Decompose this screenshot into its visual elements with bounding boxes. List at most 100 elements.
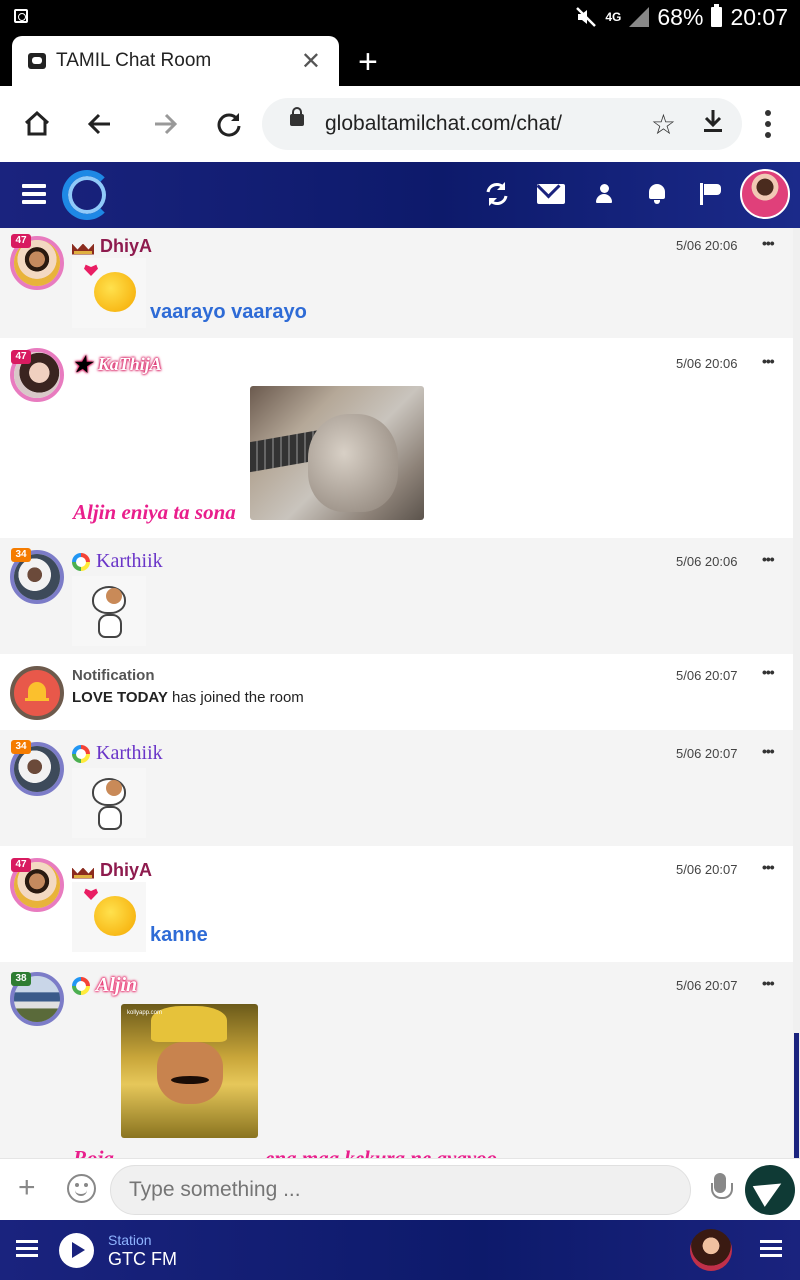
bookmark-star-icon[interactable]: ☆ (651, 108, 676, 141)
username-text: Aljin (96, 974, 138, 996)
level-badge: 47 (11, 350, 31, 364)
username[interactable]: Aljin (72, 974, 137, 997)
cat-sticker (72, 576, 146, 646)
cat-sticker (72, 768, 146, 838)
battery-icon (711, 4, 723, 27)
username-text: Karthiik (96, 550, 163, 572)
browser-tab-strip: TAMIL Chat Room ✕ + (0, 34, 800, 86)
system-notification: Notification LOVE TODAY has joined the r… (0, 654, 793, 730)
message-time: 5/06 20:06 (676, 554, 738, 569)
add-attachment-icon[interactable]: + (18, 1171, 36, 1205)
crown-icon (72, 863, 94, 879)
message-options-icon[interactable]: ••• (762, 859, 775, 875)
browser-toolbar: globaltamilchat.com/chat/ ☆ (0, 86, 800, 162)
king-meme-image[interactable]: kollyapp.com (121, 1004, 258, 1138)
browser-menu-icon[interactable] (758, 108, 778, 140)
screenshot-icon (14, 9, 28, 23)
username[interactable]: Karthiik (72, 550, 163, 573)
mute-icon (575, 6, 597, 28)
star-icon: ★ (72, 351, 92, 377)
message-input[interactable] (110, 1165, 691, 1215)
notification-actor: LOVE TODAY (72, 689, 168, 706)
chat-log[interactable]: 47 DhiyA 5/06 20:06 ••• vaarayo vaarayo … (0, 228, 793, 1158)
message-time: 5/06 20:07 (676, 668, 738, 683)
level-badge: 47 (11, 234, 31, 248)
status-bar: 4G 68% 20:07 (0, 0, 800, 34)
chat-message: 47 ★ KaThijA 5/06 20:06 ••• Aljin eniya … (0, 338, 793, 538)
report-flag-icon[interactable] (700, 178, 722, 210)
message-options-icon[interactable]: ••• (762, 975, 775, 991)
lock-icon (290, 107, 304, 126)
emoji-icon[interactable] (67, 1174, 96, 1203)
notification-text: LOVE TODAY has joined the room (72, 689, 304, 706)
cat-gif-image[interactable] (250, 386, 424, 520)
message-text-after: ena maa kekura ne ayayoo (265, 1146, 498, 1158)
forward-icon[interactable] (147, 106, 183, 142)
site-logo[interactable] (62, 170, 112, 220)
message-composer: + (0, 1158, 800, 1220)
new-tab-button[interactable]: + (358, 42, 378, 82)
back-icon[interactable] (82, 106, 118, 142)
message-time: 5/06 20:07 (676, 978, 738, 993)
refresh-icon[interactable] (482, 178, 512, 210)
notification-bell-icon (10, 666, 64, 720)
username[interactable]: Karthiik (72, 742, 163, 765)
user-icon[interactable] (596, 178, 612, 210)
message-text: Aljin eniya ta sona (73, 500, 236, 524)
notification-action: has joined the room (172, 689, 304, 706)
chat-favicon-icon (28, 53, 46, 69)
messages-icon[interactable] (537, 178, 565, 210)
download-icon[interactable] (702, 108, 724, 141)
username-text: KaThijA (97, 354, 162, 374)
reload-icon[interactable] (211, 106, 247, 142)
username-text: DhiyA (100, 236, 153, 256)
battery-percent: 68% (657, 3, 704, 30)
send-button[interactable] (745, 1165, 795, 1215)
home-icon[interactable] (19, 106, 55, 142)
message-time: 5/06 20:07 (676, 746, 738, 761)
signal-icon (629, 7, 650, 27)
dj-avatar[interactable] (690, 1229, 732, 1271)
microphone-icon[interactable] (709, 1173, 733, 1205)
chat-message: 47 DhiyA 5/06 20:06 ••• vaarayo vaarayo (0, 228, 793, 338)
level-badge: 34 (11, 548, 31, 562)
color-ring-icon (72, 552, 90, 571)
network-type-icon: 4G (605, 9, 622, 24)
level-badge: 47 (11, 858, 31, 872)
notifications-icon[interactable] (647, 178, 667, 210)
username[interactable]: ★ KaThijA (72, 351, 162, 377)
message-text-before: Roja (73, 1146, 114, 1158)
browser-tab[interactable]: TAMIL Chat Room ✕ (12, 36, 339, 86)
message-options-icon[interactable]: ••• (762, 743, 775, 759)
level-badge: 34 (11, 740, 31, 754)
image-watermark: kollyapp.com (127, 1010, 163, 1016)
username-text: DhiyA (100, 860, 153, 880)
color-ring-icon (72, 976, 90, 995)
play-button[interactable] (59, 1233, 94, 1268)
message-options-icon[interactable]: ••• (762, 551, 775, 567)
close-tab-icon[interactable]: ✕ (301, 47, 321, 76)
radio-player-bar: Station GTC FM (0, 1220, 800, 1280)
player-settings-icon[interactable] (16, 1240, 38, 1260)
love-emoji-sticker (72, 882, 146, 952)
username[interactable]: DhiyA (72, 860, 152, 881)
address-bar[interactable]: globaltamilchat.com/chat/ ☆ (262, 98, 742, 150)
message-options-icon[interactable]: ••• (762, 664, 775, 680)
my-avatar[interactable] (740, 169, 790, 219)
message-options-icon[interactable]: ••• (762, 353, 775, 369)
message-time: 5/06 20:06 (676, 356, 738, 371)
site-header (0, 162, 800, 228)
color-ring-icon (72, 744, 90, 763)
menu-icon[interactable] (22, 184, 46, 204)
player-menu-icon[interactable] (760, 1240, 782, 1260)
notification-title: Notification (72, 667, 155, 684)
tab-title: TAMIL Chat Room (56, 50, 212, 71)
scrollbar-thumb[interactable] (794, 1033, 799, 1158)
chat-message: 34 Karthiik 5/06 20:07 ••• (0, 730, 793, 846)
chat-scrollbar[interactable] (793, 228, 800, 1158)
chat-message: 38 Aljin 5/06 20:07 ••• Roja kollyapp.co… (0, 962, 793, 1158)
url-text[interactable]: globaltamilchat.com/chat/ (325, 112, 562, 136)
username[interactable]: DhiyA (72, 236, 152, 257)
message-text: vaarayo vaarayo (150, 301, 307, 323)
message-options-icon[interactable]: ••• (762, 235, 775, 251)
